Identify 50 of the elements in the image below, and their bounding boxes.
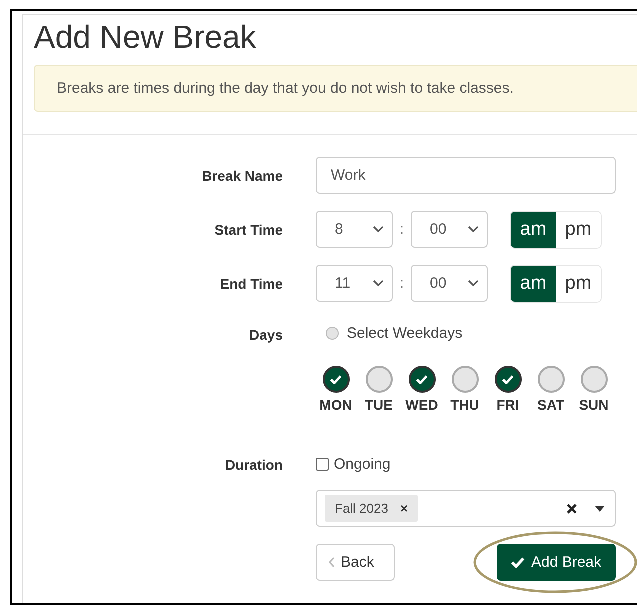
clear-icon[interactable] [567, 504, 577, 514]
checkbox[interactable] [316, 458, 329, 471]
radio-label: Select Weekdays [347, 325, 463, 342]
page-title: Add New Break [34, 18, 258, 57]
chevron-left-icon [329, 557, 335, 568]
break-name-field[interactable]: Work [316, 157, 616, 194]
day-toggle[interactable] [408, 366, 436, 393]
check-icon [502, 374, 514, 384]
minute-select[interactable]: 00 [411, 211, 488, 248]
day-toggle[interactable] [452, 366, 478, 393]
add-break-button[interactable]: Add Break [497, 544, 616, 581]
field-label: Start Time [214, 222, 283, 238]
check-icon [416, 374, 428, 384]
chevron-down-icon [373, 226, 384, 233]
meridiem-toggle[interactable]: am [511, 266, 556, 302]
hour-select[interactable]: 8 [316, 211, 393, 248]
field-label: Duration [225, 456, 283, 472]
caret-icon[interactable] [595, 506, 605, 512]
field-label: Break Name [202, 168, 283, 184]
info-notice: Breaks are times during the day that you do not wish to take classes. [34, 65, 637, 112]
meridiem-toggle[interactable]: am [511, 212, 556, 248]
day-label: TUE [365, 397, 393, 413]
check-icon [330, 374, 342, 384]
day-label: SAT [538, 397, 564, 413]
day-label: SUN [579, 397, 609, 413]
tag-label: Fall 2023 [335, 501, 388, 516]
day-toggle[interactable] [366, 366, 392, 393]
checkbox-label: Ongoing [334, 456, 391, 473]
back-button[interactable]: Back [316, 544, 395, 581]
time-separator: : [398, 275, 406, 292]
term-select[interactable]: Fall 2023 × [316, 490, 616, 527]
time-separator: : [398, 221, 406, 238]
tag-remove[interactable]: × [400, 501, 408, 516]
hour-select[interactable]: 11 [316, 265, 393, 302]
chevron-down-icon [468, 226, 479, 233]
day-toggle[interactable] [538, 366, 564, 393]
radio-button[interactable] [326, 327, 339, 340]
field-label: Days [250, 327, 283, 343]
chevron-down-icon [468, 280, 479, 287]
day-toggle[interactable] [580, 366, 608, 393]
day-label: MON [320, 397, 352, 413]
day-toggle[interactable] [322, 366, 350, 393]
day-label: FRI [496, 397, 520, 413]
day-toggle[interactable] [494, 366, 522, 393]
day-label: WED [406, 397, 438, 413]
check-icon [511, 556, 526, 568]
field-label: End Time [220, 276, 283, 292]
day-label: THU [450, 397, 480, 413]
chevron-down-icon [373, 280, 384, 287]
minute-select[interactable]: 00 [411, 265, 488, 302]
